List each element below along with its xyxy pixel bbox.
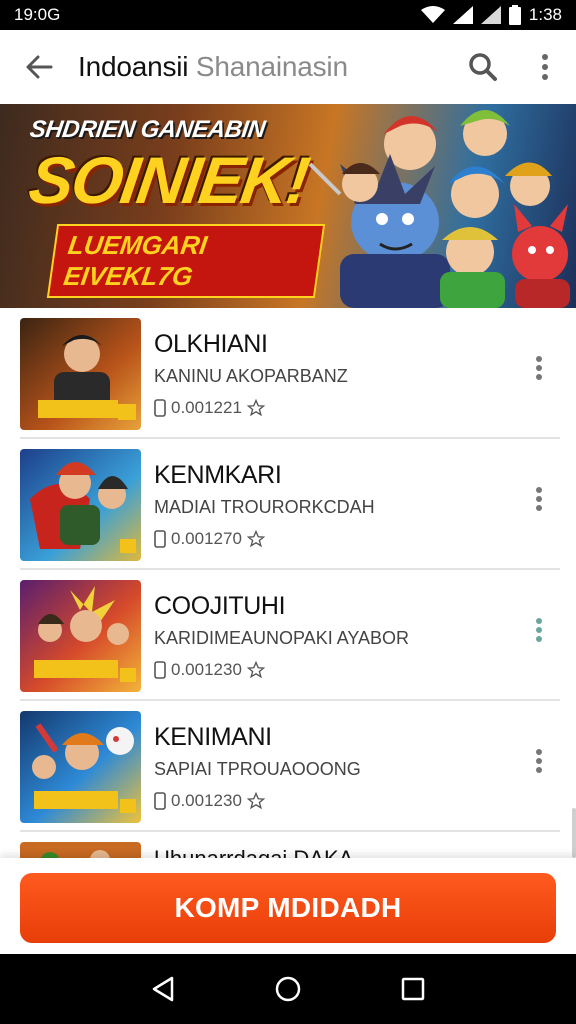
page-title-secondary: Shanainasin: [195, 51, 348, 82]
nav-recents-icon: [402, 977, 425, 1001]
page-title: Indoansii Shanainasin: [78, 51, 452, 83]
promo-banner[interactable]: SHDRIEN GANEABIN SOINIEK! LUEMGARI EIVEK…: [0, 104, 576, 308]
status-bar: 19:0G 1:38: [0, 0, 576, 30]
app-bar: Indoansii Shanainasin: [0, 30, 576, 104]
wifi-icon: [420, 6, 445, 23]
nav-recents-button[interactable]: [383, 959, 443, 1019]
list-item[interactable]: KENMKARI MADIAI TROURORKCDAH 0.001270: [20, 439, 560, 570]
list-item-title: Uhunarrdagai DAKA: [154, 846, 353, 858]
search-icon: [469, 53, 497, 81]
list-item[interactable]: COOJITUHI KARIDIMEAUNOPAKI AYABOR 0.0012…: [20, 570, 560, 701]
nav-home-icon: [275, 976, 301, 1002]
star-outline-icon: [246, 792, 265, 810]
phone-icon: [154, 661, 166, 679]
page-title-main: Indoansii: [78, 51, 189, 82]
more-vert-icon: [536, 487, 542, 511]
list-item-thumbnail: [20, 711, 141, 823]
list-item-subtitle: SAPIAI TPROUAOOONG: [154, 759, 361, 779]
banner-subtitle: SHDRIEN GANEABIN: [28, 116, 267, 143]
list-item-thumbnail: [20, 580, 141, 692]
phone-icon: [154, 530, 166, 548]
list-item-subtitle: MADIAI TROURORKCDAH: [154, 497, 375, 517]
list-item-partial[interactable]: Uhunarrdagai DAKA: [20, 832, 560, 858]
signal-icon-2: [480, 6, 501, 24]
list-item-count: 0.001230: [171, 660, 242, 679]
star-outline-icon: [246, 530, 265, 548]
search-button[interactable]: [452, 30, 514, 104]
arrow-back-icon: [26, 55, 53, 79]
battery-icon: [508, 5, 521, 25]
signal-icon: [452, 6, 473, 24]
list-item-title: COOJITUHI: [154, 592, 286, 620]
list-item-title: OLKHIANI: [154, 330, 268, 358]
list-item-count: 0.001230: [171, 791, 242, 810]
list-item-meta: 0.001270: [154, 529, 265, 549]
more-vert-icon: [536, 749, 542, 773]
star-outline-icon: [246, 399, 265, 417]
list-item-subtitle: KARIDIMEAUNOPAKI AYABOR: [154, 628, 410, 648]
list-item-meta: 0.001230: [154, 660, 265, 680]
list-item-title: KENIMANI: [154, 723, 272, 751]
list-item-title: KENMKARI: [154, 461, 282, 489]
bottom-action-bar: KOMP MDIDADH: [0, 858, 576, 954]
status-time-right: 1:38: [528, 5, 562, 24]
status-icons: 1:38: [420, 5, 562, 25]
list-item-thumbnail: [20, 842, 141, 858]
scrollbar-thumb[interactable]: [572, 808, 576, 858]
more-vert-icon: [536, 618, 542, 642]
list-item-thumbnail: [20, 318, 141, 430]
content-list[interactable]: OLKHIANI KANINU AKOPARBANZ 0.001221 KENM…: [0, 308, 576, 858]
list-item-meta: 0.001230: [154, 791, 265, 811]
nav-home-button[interactable]: [258, 959, 318, 1019]
list-item-menu-button[interactable]: [526, 348, 552, 388]
overflow-menu-button[interactable]: [514, 30, 576, 104]
list-item[interactable]: OLKHIANI KANINU AKOPARBANZ 0.001221: [20, 308, 560, 439]
banner-headline: SOINIEK!: [24, 143, 313, 217]
list-item-count: 0.001270: [171, 529, 242, 548]
phone-icon: [154, 792, 166, 810]
list-item[interactable]: KENIMANI SAPIAI TPROUAOOONG 0.001230: [20, 701, 560, 832]
list-item-menu-button[interactable]: [526, 479, 552, 519]
banner-characters-illustration: [308, 110, 570, 308]
status-time-left: 19:0G: [14, 5, 61, 24]
system-navigation-bar: [0, 954, 576, 1024]
list-item-subtitle: KANINU AKOPARBANZ: [154, 366, 348, 386]
more-vert-icon: [536, 356, 542, 380]
banner-ribbon: LUEMGARI EIVEKL7G: [46, 224, 326, 298]
star-outline-icon: [246, 661, 265, 679]
phone-icon: [154, 399, 166, 417]
list-item-thumbnail: [20, 449, 141, 561]
banner-text-block: SHDRIEN GANEABIN SOINIEK! LUEMGARI EIVEK…: [25, 116, 326, 298]
nav-back-icon: [152, 976, 173, 1002]
list-item-count: 0.001221: [171, 398, 242, 417]
list-item-meta: 0.001221: [154, 398, 265, 418]
nav-back-button[interactable]: [133, 959, 193, 1019]
list-item-menu-button[interactable]: [526, 610, 552, 650]
primary-action-button[interactable]: KOMP MDIDADH: [20, 873, 556, 943]
more-vert-icon: [542, 54, 548, 80]
back-button[interactable]: [0, 30, 78, 104]
list-item-menu-button[interactable]: [526, 741, 552, 781]
